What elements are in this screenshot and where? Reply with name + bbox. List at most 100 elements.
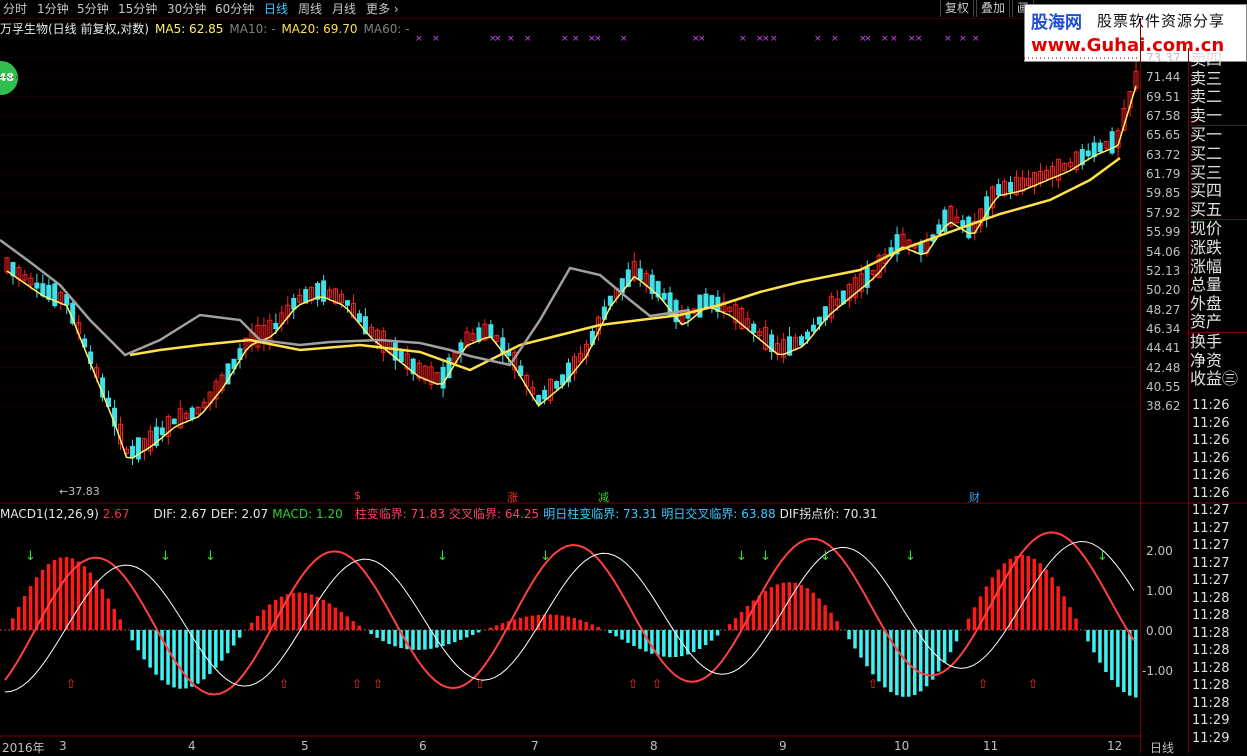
- event-marker-jian[interactable]: 减: [598, 489, 609, 505]
- tick-time: 11:26: [1192, 485, 1230, 501]
- price-tick: 63.72: [1146, 147, 1181, 162]
- macd-bar: [781, 582, 786, 630]
- date-axis-mode[interactable]: 日线: [1150, 739, 1174, 756]
- candle-body: [703, 293, 709, 309]
- macd-jiao-cha: 交叉临界: 64.25: [448, 507, 540, 521]
- buy-5-label[interactable]: 买五: [1190, 200, 1247, 220]
- candle-body: [661, 293, 667, 300]
- date-label: 6: [419, 739, 427, 753]
- candle-body: [1097, 142, 1103, 153]
- macd-bar: [1110, 630, 1114, 681]
- tick-time: 11:28: [1192, 608, 1230, 623]
- stat-outer: 外盘: [1190, 293, 1223, 313]
- low-price-marker: ←37.83: [59, 485, 100, 498]
- tick-time: 11:28: [1192, 590, 1230, 606]
- price-tick: 57.92: [1146, 205, 1181, 220]
- sell-3-label[interactable]: 卖三: [1190, 69, 1247, 89]
- price-tick: 73.37: [1146, 51, 1181, 65]
- macd-bar: [518, 617, 523, 630]
- macd-bar: [500, 623, 505, 630]
- macd-bar: [387, 630, 391, 644]
- candle-body: [345, 300, 350, 306]
- price-tick: 48.27: [1146, 302, 1181, 317]
- buy-1-label[interactable]: 买一: [1190, 126, 1247, 145]
- macd-bar: [847, 630, 851, 640]
- candle-body: [810, 324, 816, 332]
- macd-bar: [799, 584, 803, 630]
- buy-3-label[interactable]: 买三: [1190, 163, 1247, 183]
- order-book-panel: 卖四 卖三 卖二 卖一 买一 买二 买三 买四 买五 现价 涨跌 涨幅 总量 外…: [1190, 50, 1247, 389]
- macd-bar: [488, 627, 493, 630]
- macd-bar: [578, 619, 582, 630]
- macd-bar: [632, 630, 636, 646]
- macd-name: MACD1(12,26,9): [0, 507, 99, 521]
- macd-bar: [351, 621, 355, 630]
- buy-2-label[interactable]: 买二: [1190, 144, 1247, 164]
- macd-info-bar: MACD1(12,26,9) 2.67 DIF: 2.67 DEF: 2.07 MACD…: [0, 505, 882, 522]
- price-tick: 67.58: [1146, 109, 1181, 124]
- event-x-marker: ×: [864, 34, 872, 44]
- sell-2-label[interactable]: 卖二: [1190, 88, 1247, 107]
- down-arrow-icon: ↓: [25, 549, 36, 564]
- buy-4-label[interactable]: 买四: [1190, 182, 1247, 201]
- candle-body: [171, 418, 177, 425]
- up-arrow-icon: ⇧: [66, 677, 76, 691]
- macd-bar: [16, 606, 21, 630]
- macd-bar: [1050, 577, 1054, 630]
- sell-1-label[interactable]: 卖一: [1190, 106, 1247, 126]
- macd-bar: [220, 630, 224, 661]
- sell-4-label[interactable]: 卖四: [1190, 50, 1247, 70]
- macd-bar: [662, 630, 666, 657]
- stat-change: 涨跌: [1190, 237, 1223, 257]
- macd-bar: [775, 584, 780, 630]
- down-arrow-icon: ↓: [205, 549, 216, 564]
- price-tick: 40.55: [1146, 379, 1181, 394]
- macd-bar: [853, 630, 857, 649]
- candle-body: [356, 313, 362, 323]
- macd-bar: [1020, 555, 1025, 630]
- price-tick: 65.65: [1146, 128, 1181, 143]
- macd-bar: [1014, 555, 1019, 630]
- stat-price: 现价: [1190, 219, 1223, 239]
- kline-chart[interactable]: × × ×× × × × × ×× × ×× × ×× × × × ×× × × × × × × ×↓ ↓ ↓ ↓ ↓ ↓ ↓ ↓ ↓ ↓⇧ ⇧…: [0, 0, 1247, 753]
- macd-bar: [763, 590, 768, 630]
- event-marker-zhang[interactable]: 涨: [507, 489, 518, 505]
- down-arrow-icon: ↓: [437, 549, 448, 564]
- event-marker-cai[interactable]: 财: [969, 489, 980, 505]
- macd-bar: [811, 592, 815, 630]
- tick-time: 11:27: [1192, 555, 1230, 571]
- macd-bar: [423, 630, 427, 650]
- candle-body: [542, 389, 548, 400]
- macd-bar: [966, 618, 971, 630]
- macd-bar: [273, 600, 278, 630]
- macd-bar: [494, 625, 499, 630]
- date-label: 11: [983, 739, 999, 753]
- price-tick: 44.41: [1146, 341, 1181, 356]
- macd-bar: [1044, 569, 1048, 630]
- macd-bar: [817, 598, 821, 630]
- stat-earnings: 收益㊂: [1190, 369, 1239, 389]
- tick-time: 11:26: [1192, 415, 1230, 431]
- macd-bar: [142, 630, 146, 660]
- down-arrow-icon: ↓: [540, 549, 551, 564]
- date-label: 7: [531, 739, 539, 753]
- macd-bar: [345, 616, 349, 630]
- macd-bar: [1104, 630, 1108, 672]
- macd-bar: [805, 588, 809, 630]
- macd-bar: [1002, 563, 1007, 630]
- macd-bar: [1074, 618, 1078, 630]
- macd-bar: [255, 615, 260, 630]
- tick-time: 11:29: [1192, 730, 1230, 746]
- macd-bar: [178, 630, 182, 689]
- event-x-marker: ×: [890, 34, 898, 44]
- macd-bar: [459, 630, 463, 640]
- macd-bar: [148, 630, 152, 668]
- event-x-marker: ×: [432, 34, 440, 44]
- macd-bar: [369, 630, 373, 635]
- stat-net-assets: 净资: [1190, 350, 1223, 370]
- event-marker-dollar[interactable]: $: [354, 489, 361, 502]
- event-x-marker: ×: [881, 34, 889, 44]
- up-arrow-icon: ⇧: [652, 677, 662, 691]
- macd-bar: [1098, 630, 1102, 663]
- macd-bar: [1122, 630, 1126, 693]
